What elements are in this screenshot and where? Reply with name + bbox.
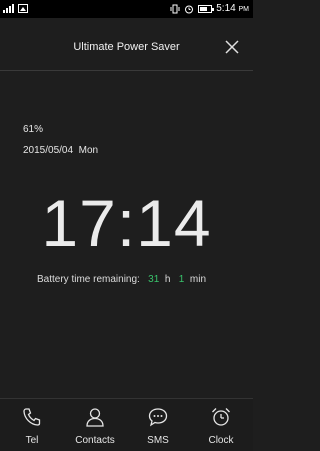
weekday-value: Mon [78, 145, 99, 156]
close-icon [225, 40, 239, 54]
hours-unit: h [164, 274, 171, 285]
nav-sms-label: SMS [147, 435, 169, 446]
remaining-hours: 31 [148, 274, 160, 285]
phone-icon [23, 408, 41, 426]
date-line: 2015/05/04 Mon [23, 145, 98, 156]
nav-clock[interactable]: Clock [191, 399, 251, 451]
page-title: Ultimate Power Saver [73, 41, 180, 53]
battery-icon [198, 4, 215, 13]
bottom-nav: Tel Contacts SMS Clock [0, 398, 253, 451]
nav-clock-label: Clock [208, 435, 234, 446]
header-divider [0, 70, 253, 71]
minutes-unit: min [189, 274, 207, 285]
sms-icon [148, 408, 168, 427]
signal-icon [3, 3, 14, 13]
nav-tel[interactable]: Tel [2, 399, 62, 451]
status-bar: 5:14 PM [0, 0, 253, 18]
header: Ultimate Power Saver [0, 18, 253, 70]
close-button[interactable] [219, 34, 245, 60]
contacts-icon [86, 408, 104, 427]
status-time: 5:14 PM [216, 3, 249, 14]
date-value: 2015/05/04 [23, 145, 74, 156]
nav-contacts[interactable]: Contacts [65, 399, 125, 451]
remaining-label: Battery time remaining: [37, 274, 140, 285]
status-right: 5:14 PM [170, 3, 249, 14]
vibrate-icon [170, 4, 180, 13]
gallery-icon [18, 3, 28, 13]
big-clock: 17:14 [41, 186, 212, 260]
nav-sms[interactable]: SMS [128, 399, 188, 451]
alarm-clock-icon [212, 408, 230, 426]
battery-percent: 61% [23, 124, 44, 135]
battery-remaining: Battery time remaining: 31 h 1 min [37, 274, 206, 285]
alarm-icon [185, 5, 194, 13]
nav-contacts-label: Contacts [75, 435, 115, 446]
status-left [3, 3, 28, 13]
remaining-minutes: 1 [178, 274, 185, 285]
nav-tel-label: Tel [25, 435, 39, 446]
